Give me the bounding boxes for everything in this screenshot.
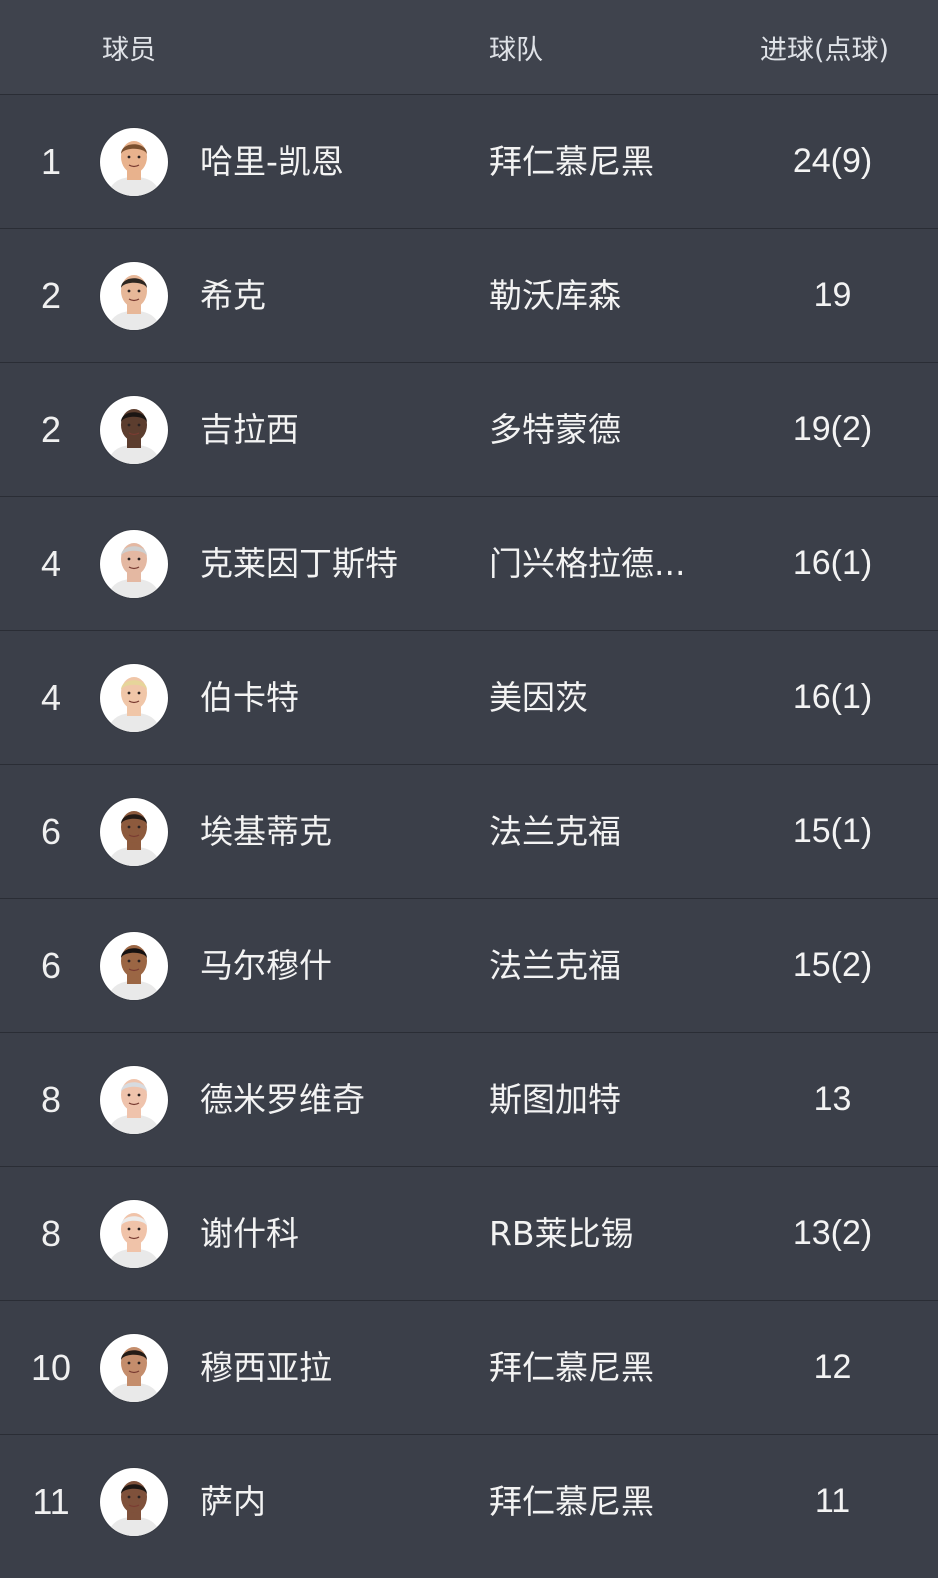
rank-number: 11 (32, 1481, 70, 1522)
player-headshot-icon[interactable] (100, 932, 168, 1000)
team-name[interactable]: 法兰克福 (489, 899, 719, 1032)
rank-number: 8 (40, 1213, 62, 1254)
team-name[interactable]: 拜仁慕尼黑 (489, 1435, 719, 1568)
header-player: 球员 (102, 35, 156, 66)
player-name[interactable]: 谢什科 (200, 1167, 299, 1300)
goals-count: 19(2) (792, 410, 873, 448)
rank-number: 4 (40, 677, 62, 718)
team-name[interactable]: 勒沃库森 (489, 229, 719, 362)
player-headshot-graphic (108, 811, 160, 866)
rank-number: 4 (40, 543, 62, 584)
player-name[interactable]: 吉拉西 (200, 363, 299, 496)
table-row[interactable]: 11 萨内 拜仁慕尼黑 11 (0, 1434, 938, 1568)
rank-number: 1 (40, 141, 62, 182)
goals-count: 24(9) (792, 142, 873, 180)
rank-number: 2 (40, 275, 62, 316)
goals-count: 15(2) (792, 946, 873, 984)
player-name[interactable]: 穆西亚拉 (200, 1301, 332, 1434)
header-team: 球队 (489, 35, 543, 66)
team-name[interactable]: 拜仁慕尼黑 (489, 95, 719, 228)
top-scorers-table: 球员 球队 进球(点球) 1 哈里-凯恩 拜仁慕尼黑 24(9) 2 希克 勒沃… (0, 0, 938, 1578)
table-row[interactable]: 2 希克 勒沃库森 19 (0, 228, 938, 362)
table-row[interactable]: 4 伯卡特 美因茨 16(1) (0, 630, 938, 764)
player-headshot-graphic (108, 543, 160, 598)
player-name[interactable]: 克莱因丁斯特 (200, 497, 398, 630)
player-headshot-graphic (108, 945, 160, 1000)
rank-number: 2 (40, 409, 62, 450)
goals-count: 15(1) (792, 812, 873, 850)
player-name[interactable]: 马尔穆什 (200, 899, 332, 1032)
player-headshot-icon[interactable] (100, 396, 168, 464)
goals-count: 19 (813, 276, 852, 314)
player-headshot-icon[interactable] (100, 530, 168, 598)
player-name[interactable]: 哈里-凯恩 (200, 95, 344, 228)
player-headshot-graphic (108, 409, 160, 464)
goals-count: 16(1) (792, 544, 873, 582)
table-row[interactable]: 6 埃基蒂克 法兰克福 15(1) (0, 764, 938, 898)
team-name[interactable]: 法兰克福 (489, 765, 719, 898)
rank-number: 6 (40, 945, 62, 986)
player-name[interactable]: 伯卡特 (200, 631, 299, 764)
player-headshot-graphic (108, 1481, 160, 1536)
player-headshot-icon[interactable] (100, 798, 168, 866)
player-name[interactable]: 德米罗维奇 (200, 1033, 365, 1166)
player-headshot-graphic (108, 1079, 160, 1134)
rank-number: 8 (40, 1079, 62, 1120)
goals-count: 13(2) (792, 1214, 873, 1252)
table-row[interactable]: 1 哈里-凯恩 拜仁慕尼黑 24(9) (0, 94, 938, 228)
table-row[interactable]: 8 德米罗维奇 斯图加特 13 (0, 1032, 938, 1166)
player-headshot-icon[interactable] (100, 1066, 168, 1134)
player-name[interactable]: 萨内 (200, 1435, 266, 1568)
player-headshot-graphic (108, 1213, 160, 1268)
header-goals-penalties: 进球(点球) (760, 35, 890, 66)
goals-count: 13 (813, 1080, 852, 1118)
player-headshot-graphic (108, 141, 160, 196)
player-name[interactable]: 希克 (200, 229, 266, 362)
team-name[interactable]: 斯图加特 (489, 1033, 719, 1166)
table-row[interactable]: 4 克莱因丁斯特 门兴格拉德... 16(1) (0, 496, 938, 630)
team-name[interactable]: 美因茨 (489, 631, 719, 764)
scorers-list: 1 哈里-凯恩 拜仁慕尼黑 24(9) 2 希克 勒沃库森 19 2 吉拉西 多… (0, 94, 938, 1568)
rank-number: 6 (40, 811, 62, 852)
goals-count: 16(1) (792, 678, 873, 716)
goals-count: 11 (814, 1482, 851, 1520)
player-headshot-icon[interactable] (100, 664, 168, 732)
team-name[interactable]: RB莱比锡 (489, 1167, 719, 1300)
player-headshot-icon[interactable] (100, 1334, 168, 1402)
player-headshot-icon[interactable] (100, 128, 168, 196)
rank-number: 10 (30, 1347, 72, 1388)
table-row[interactable]: 2 吉拉西 多特蒙德 19(2) (0, 362, 938, 496)
team-name[interactable]: 拜仁慕尼黑 (489, 1301, 719, 1434)
team-name[interactable]: 门兴格拉德... (489, 497, 719, 630)
player-headshot-graphic (108, 677, 160, 732)
goals-count: 12 (813, 1348, 852, 1386)
table-row[interactable]: 8 谢什科 RB莱比锡 13(2) (0, 1166, 938, 1300)
player-headshot-icon[interactable] (100, 262, 168, 330)
table-row[interactable]: 6 马尔穆什 法兰克福 15(2) (0, 898, 938, 1032)
player-headshot-graphic (108, 275, 160, 330)
player-headshot-icon[interactable] (100, 1468, 168, 1536)
player-name[interactable]: 埃基蒂克 (200, 765, 332, 898)
table-header: 球员 球队 进球(点球) (0, 0, 938, 94)
table-row[interactable]: 10 穆西亚拉 拜仁慕尼黑 12 (0, 1300, 938, 1434)
player-headshot-icon[interactable] (100, 1200, 168, 1268)
team-name[interactable]: 多特蒙德 (489, 363, 719, 496)
player-headshot-graphic (108, 1347, 160, 1402)
